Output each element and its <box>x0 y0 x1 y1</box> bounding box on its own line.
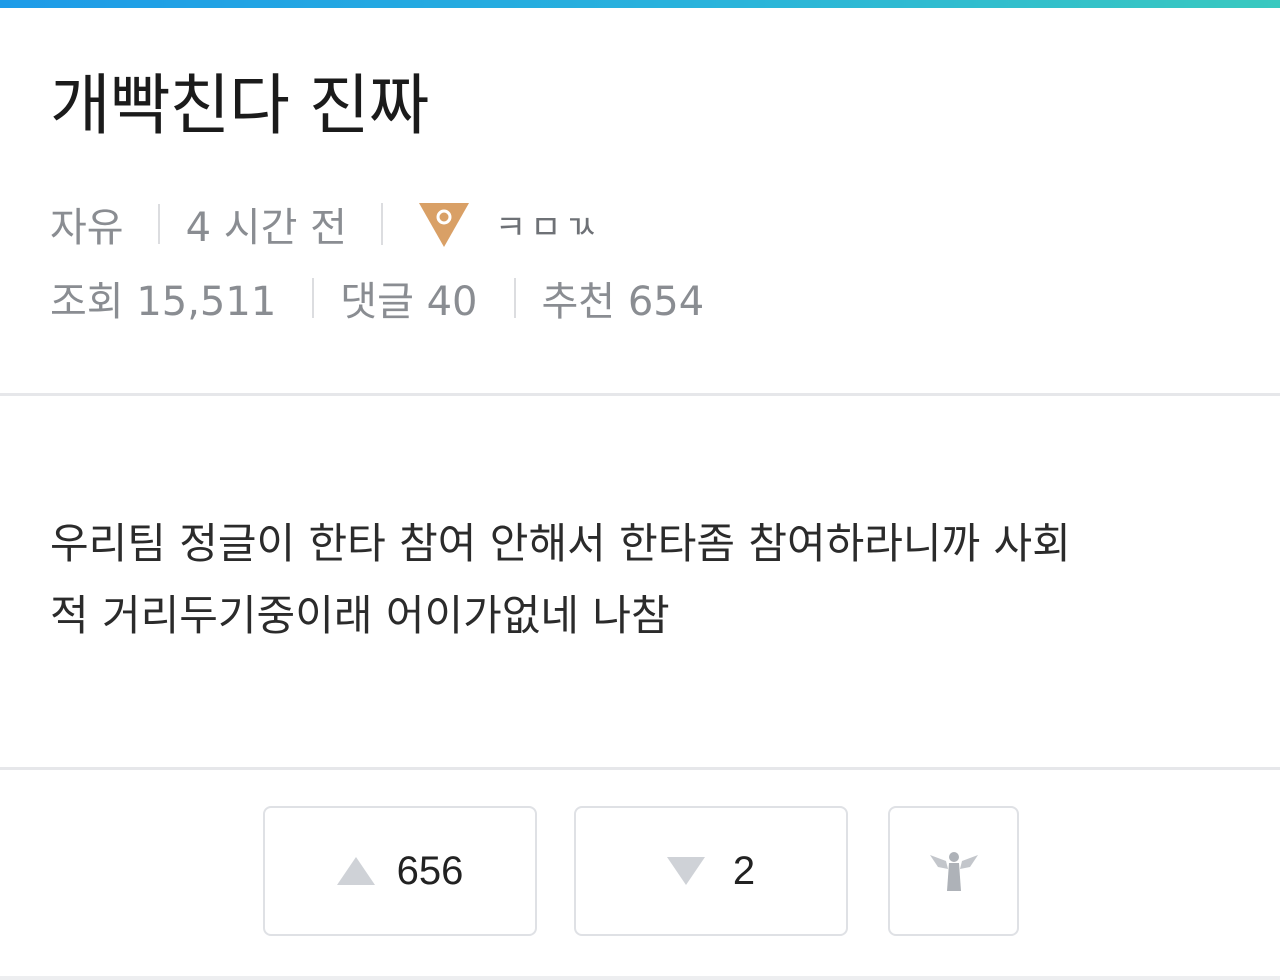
downvote-button[interactable]: 2 <box>574 806 848 936</box>
upvote-count: 656 <box>396 848 464 893</box>
upvote-button[interactable]: 656 <box>263 806 537 936</box>
meta-divider <box>380 203 383 245</box>
bronze-tier-triangle-icon <box>418 203 469 247</box>
post-title: 개빡친다 진짜 <box>50 67 429 144</box>
bottom-separator <box>0 976 1280 980</box>
header-separator <box>0 393 1280 396</box>
downvote-count: 2 <box>732 848 756 893</box>
angel-icon <box>929 852 978 891</box>
recommend-count: 추천 654 <box>541 279 705 325</box>
post-body: 우리팀 정글이 한타 참여 안해서 한타좀 참여하라니까 사회 적 거리두기중이… <box>50 508 1230 652</box>
upvote-triangle-icon <box>336 857 375 885</box>
stats-divider <box>312 278 315 318</box>
downvote-triangle-icon <box>666 857 705 885</box>
post-header: 개빡친다 진짜 자유 4 시간 전 ㅋㅁㄳ 조회 15,511 댓글 40 추천… <box>0 8 1280 394</box>
post-body-line: 우리팀 정글이 한타 참여 안해서 한타좀 참여하라니까 사회 <box>50 519 1071 568</box>
post-body-line: 적 거리두기중이래 어이가없네 나참 <box>50 591 670 640</box>
vote-area: 656 2 <box>0 806 1280 942</box>
post-category[interactable]: 자유 <box>50 195 124 253</box>
stats-divider <box>513 278 516 318</box>
view-count: 조회 15,511 <box>50 279 277 325</box>
body-separator <box>0 767 1280 770</box>
accent-top-bar <box>0 0 1280 8</box>
post-time: 4 시간 전 <box>185 205 347 251</box>
post-stats-row: 조회 15,511 댓글 40 추천 654 <box>50 270 704 326</box>
meta-divider <box>157 204 160 244</box>
comment-count[interactable]: 댓글 40 <box>340 269 477 327</box>
angel-button[interactable] <box>888 806 1019 936</box>
post-meta-row: 자유 4 시간 전 ㅋㅁㄳ <box>50 196 601 252</box>
post-author[interactable]: ㅋㅁㄳ <box>495 200 601 249</box>
